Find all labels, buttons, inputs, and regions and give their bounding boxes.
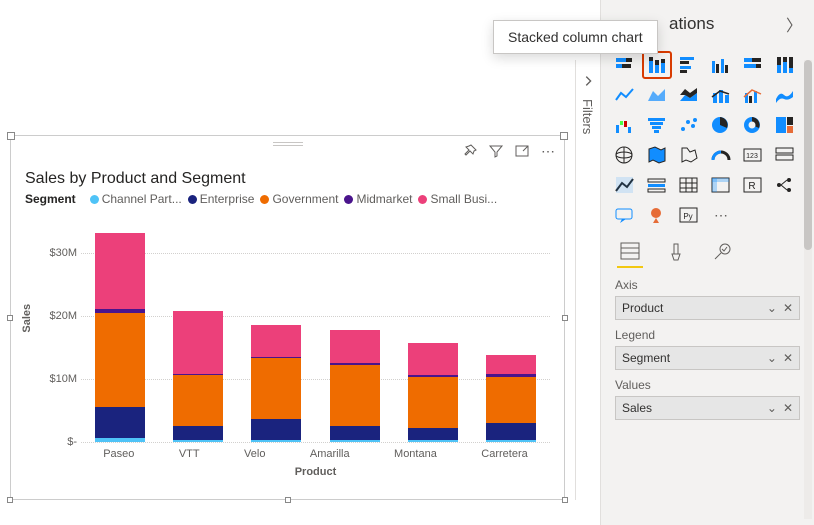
drag-handle-icon[interactable]: [273, 142, 303, 146]
visualization-gallery: 123 R Py ⋯: [601, 48, 814, 232]
treemap-icon[interactable]: [771, 112, 799, 138]
viz-tooltip: Stacked column chart: [493, 20, 658, 54]
bar[interactable]: [408, 343, 458, 442]
more-visuals-icon[interactable]: ⋯: [707, 202, 735, 228]
bar[interactable]: [486, 355, 536, 442]
pane-title: ations: [669, 14, 714, 34]
clustered-bar-chart-icon[interactable]: [675, 52, 703, 78]
chevron-down-icon[interactable]: ⌄: [767, 401, 777, 415]
values-well-label: Values: [615, 378, 800, 392]
field-format-tabs: [601, 232, 814, 270]
line-chart-icon[interactable]: [611, 82, 639, 108]
pane-scrollbar[interactable]: [804, 60, 812, 519]
remove-field-icon[interactable]: ✕: [783, 401, 793, 415]
x-axis-categories: PaseoVTTVeloAmarillaMontanaCarretera: [81, 448, 550, 460]
ribbon-chart-icon[interactable]: [771, 82, 799, 108]
visual-header: ⋯: [11, 136, 564, 166]
y-axis-label: Sales: [21, 304, 33, 333]
card-icon[interactable]: 123: [739, 142, 767, 168]
table-icon[interactable]: [675, 172, 703, 198]
fields-tab[interactable]: [617, 242, 643, 268]
chart-visual-container[interactable]: ⋯ Sales by Product and Segment Segment C…: [10, 135, 565, 500]
pin-icon[interactable]: [462, 143, 478, 159]
scatter-chart-icon[interactable]: [675, 112, 703, 138]
remove-field-icon[interactable]: ✕: [783, 351, 793, 365]
line-stacked-column-icon[interactable]: [707, 82, 735, 108]
chart-legend: Segment Channel Part...EnterpriseGovernm…: [11, 190, 564, 212]
focus-mode-icon[interactable]: [514, 143, 530, 159]
bar[interactable]: [251, 325, 301, 442]
r-visual-icon[interactable]: R: [739, 172, 767, 198]
multi-row-card-icon[interactable]: [771, 142, 799, 168]
x-axis-label: Product: [81, 466, 550, 478]
decomposition-tree-icon[interactable]: [771, 172, 799, 198]
legend-title: Segment: [25, 192, 76, 206]
funnel-chart-icon[interactable]: [643, 112, 671, 138]
axis-well[interactable]: Product ⌄✕: [615, 296, 800, 320]
chart-plot-area: Sales $30M$20M$10M$- PaseoVTTVeloAmarill…: [25, 222, 550, 472]
chevron-down-icon[interactable]: ⌄: [767, 351, 777, 365]
pie-chart-icon[interactable]: [707, 112, 735, 138]
bar[interactable]: [330, 330, 380, 442]
gauge-icon[interactable]: [707, 142, 735, 168]
format-tab[interactable]: [663, 242, 689, 268]
svg-text:R: R: [748, 181, 755, 192]
remove-field-icon[interactable]: ✕: [783, 301, 793, 315]
expand-filters-icon[interactable]: [581, 74, 595, 91]
collapse-pane-icon[interactable]: 〉: [786, 12, 802, 36]
legend-well-label: Legend: [615, 328, 800, 342]
filters-label: Filters: [580, 99, 595, 134]
python-visual-icon[interactable]: Py: [675, 202, 703, 228]
filters-pane-collapsed[interactable]: Filters: [575, 60, 599, 500]
values-well[interactable]: Sales ⌄✕: [615, 396, 800, 420]
analytics-tab[interactable]: [709, 242, 735, 268]
arcgis-icon[interactable]: [643, 202, 671, 228]
filter-icon[interactable]: [488, 143, 504, 159]
stacked-column-chart-icon[interactable]: [643, 52, 671, 78]
stacked-bar-chart-icon[interactable]: [611, 52, 639, 78]
visualizations-pane: ations 〉 123RPy⋯ Axis Product ⌄✕ Legend …: [600, 0, 814, 525]
chart-bars: [81, 222, 550, 442]
map-icon[interactable]: [611, 142, 639, 168]
kpi-icon[interactable]: [611, 172, 639, 198]
axis-well-label: Axis: [615, 278, 800, 292]
more-options-icon[interactable]: ⋯: [540, 143, 556, 159]
line-clustered-column-icon[interactable]: [739, 82, 767, 108]
chart-title: Sales by Product and Segment: [11, 166, 564, 190]
filled-map-icon[interactable]: [643, 142, 671, 168]
bar[interactable]: [173, 311, 223, 442]
clustered-column-chart-icon[interactable]: [707, 52, 735, 78]
100-stacked-bar-icon[interactable]: [739, 52, 767, 78]
svg-text:Py: Py: [683, 212, 692, 221]
100-stacked-column-icon[interactable]: [771, 52, 799, 78]
stacked-area-chart-icon[interactable]: [675, 82, 703, 108]
qa-visual-icon[interactable]: [611, 202, 639, 228]
waterfall-chart-icon[interactable]: [611, 112, 639, 138]
matrix-icon[interactable]: [707, 172, 735, 198]
shape-map-icon[interactable]: [675, 142, 703, 168]
legend-well[interactable]: Segment ⌄✕: [615, 346, 800, 370]
slicer-icon[interactable]: [643, 172, 671, 198]
svg-text:123: 123: [746, 153, 758, 160]
bar[interactable]: [95, 233, 145, 442]
donut-chart-icon[interactable]: [739, 112, 767, 138]
chevron-down-icon[interactable]: ⌄: [767, 301, 777, 315]
area-chart-icon[interactable]: [643, 82, 671, 108]
